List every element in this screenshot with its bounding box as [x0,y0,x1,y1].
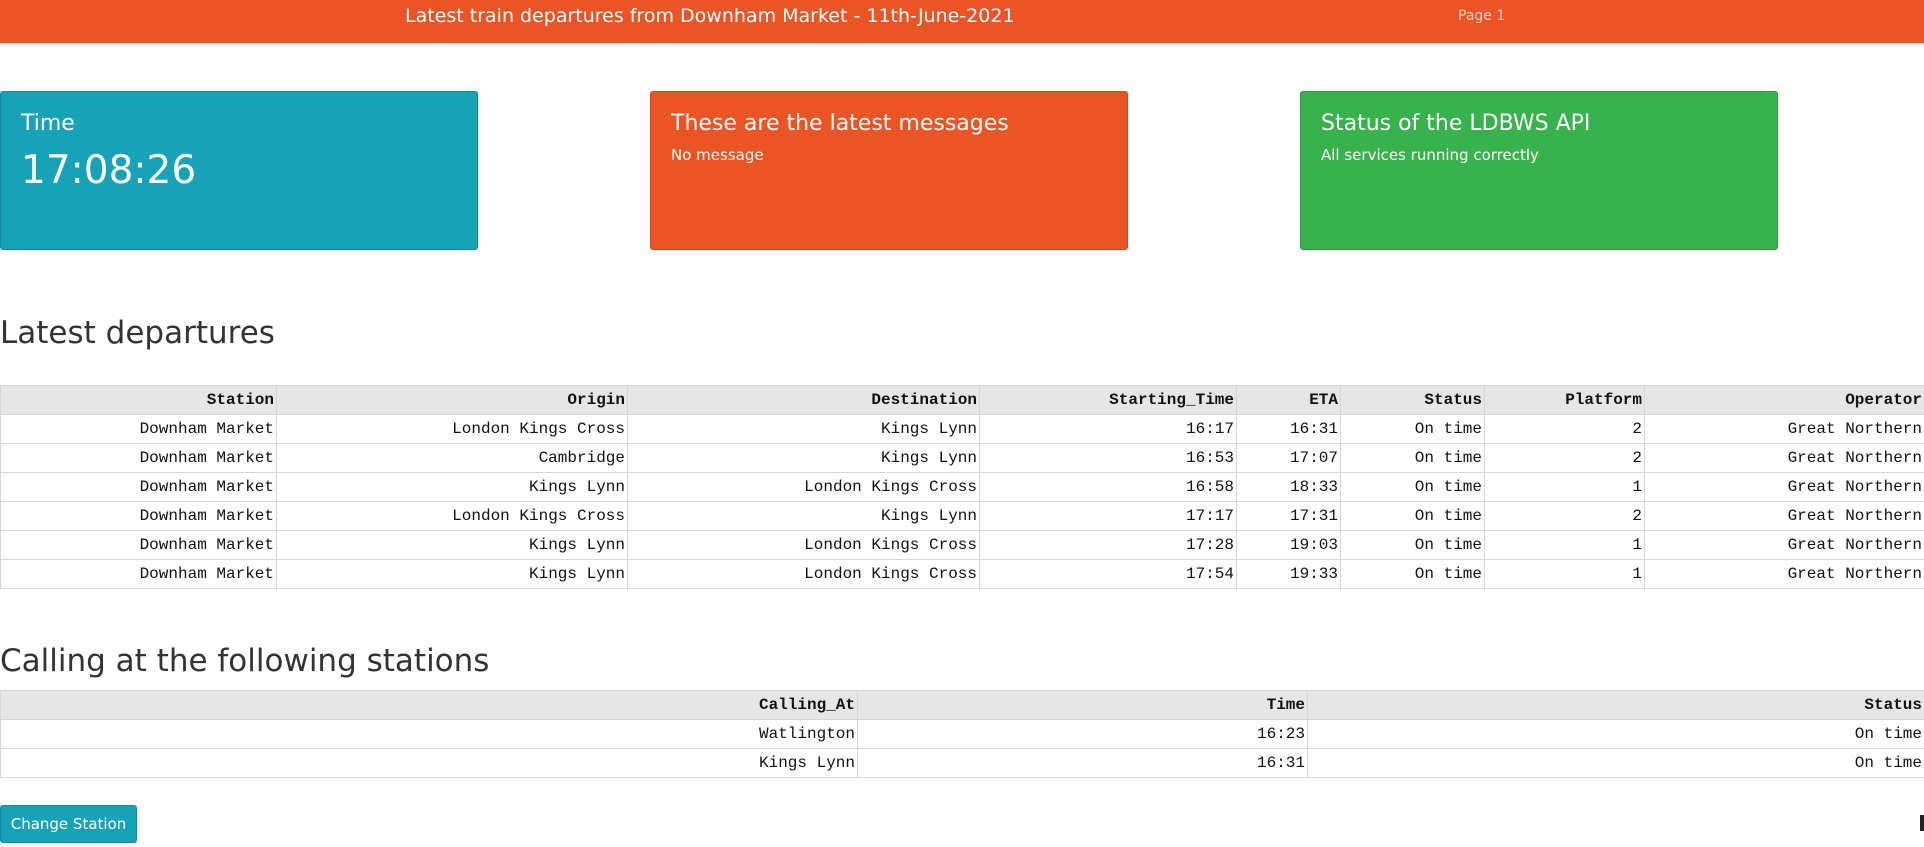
table-cell: On time [1340,559,1485,589]
page-indicator: Page 1 [1458,8,1506,24]
table-cell: 1 [1484,559,1645,589]
table-cell: 16:53 [979,443,1237,473]
table-row: Downham Market London Kings Cross Kings … [0,414,1924,444]
table-cell: Kings Lynn [627,443,980,473]
table-cell: Great Northern [1644,530,1924,560]
table-cell: Cambridge [276,443,628,473]
table-cell: 17:17 [979,501,1237,531]
column-header: Platform [1484,385,1645,415]
table-cell: Downham Market [0,414,277,444]
calling-points-table: Calling_At Time Status Watlington 16:23 … [0,690,1924,778]
column-header: Station [0,385,277,415]
table-cell: Kings Lynn [627,414,980,444]
table-header-row: Station Origin Destination Starting_Time… [0,385,1924,415]
table-cell: Downham Market [0,530,277,560]
calling-heading: Calling at the following stations [0,643,490,679]
table-cell: 16:58 [979,472,1237,502]
table-cell: 17:07 [1236,443,1341,473]
column-header: Status [1340,385,1485,415]
messages-card: These are the latest messages No message [650,91,1128,250]
table-cell: Kings Lynn [627,501,980,531]
table-cell: Kings Lynn [276,472,628,502]
table-cell: Great Northern [1644,443,1924,473]
table-cell: 16:31 [1236,414,1341,444]
change-station-button[interactable]: Change Station [0,805,137,843]
table-cell: Great Northern [1644,559,1924,589]
table-row: Downham Market Kings Lynn London Kings C… [0,530,1924,560]
table-cell: 2 [1484,414,1645,444]
scrollbar-thumb[interactable] [1920,815,1924,831]
table-cell: 16:23 [857,719,1308,749]
table-cell: 16:17 [979,414,1237,444]
table-row: Downham Market London Kings Cross Kings … [0,501,1924,531]
column-header: Calling_At [0,690,858,720]
table-row: Kings Lynn 16:31 On time [0,748,1924,778]
table-cell: On time [1340,501,1485,531]
table-cell: On time [1340,443,1485,473]
table-cell: Great Northern [1644,501,1924,531]
table-cell: 1 [1484,530,1645,560]
table-cell: 17:28 [979,530,1237,560]
table-cell: 17:31 [1236,501,1341,531]
header-bar: Latest train departures from Downham Mar… [0,0,1924,43]
table-cell: 16:31 [857,748,1308,778]
time-card-title: Time [21,111,75,136]
departures-table: Station Origin Destination Starting_Time… [0,385,1924,589]
column-header: ETA [1236,385,1341,415]
api-status-card: Status of the LDBWS API All services run… [1300,91,1778,250]
table-row: Downham Market Cambridge Kings Lynn 16:5… [0,443,1924,473]
table-cell: Downham Market [0,472,277,502]
table-cell: 2 [1484,501,1645,531]
column-header: Operator [1644,385,1924,415]
table-cell: Downham Market [0,443,277,473]
column-header: Time [857,690,1308,720]
table-cell: Kings Lynn [0,748,858,778]
table-cell: 2 [1484,443,1645,473]
table-cell: 19:03 [1236,530,1341,560]
table-cell: Great Northern [1644,472,1924,502]
current-time: 17:08:26 [21,148,197,193]
table-cell: Great Northern [1644,414,1924,444]
table-header-row: Calling_At Time Status [0,690,1924,720]
table-cell: On time [1307,719,1924,749]
table-cell: Downham Market [0,501,277,531]
table-cell: 19:33 [1236,559,1341,589]
time-card: Time 17:08:26 [0,91,478,250]
column-header: Destination [627,385,980,415]
table-cell: 18:33 [1236,472,1341,502]
table-cell: Watlington [0,719,858,749]
page-title: Latest train departures from Downham Mar… [405,5,1015,27]
table-cell: On time [1307,748,1924,778]
column-header: Starting_Time [979,385,1237,415]
table-cell: Downham Market [0,559,277,589]
messages-card-title: These are the latest messages [671,111,1009,136]
table-cell: On time [1340,530,1485,560]
table-cell: 17:54 [979,559,1237,589]
table-cell: Kings Lynn [276,530,628,560]
table-row: Watlington 16:23 On time [0,719,1924,749]
messages-text: No message [671,146,764,164]
table-cell: On time [1340,472,1485,502]
api-status-text: All services running correctly [1321,146,1539,164]
table-row: Downham Market Kings Lynn London Kings C… [0,472,1924,502]
table-cell: London Kings Cross [276,414,628,444]
table-cell: On time [1340,414,1485,444]
table-cell: 1 [1484,472,1645,502]
table-cell: London Kings Cross [627,530,980,560]
column-header: Origin [276,385,628,415]
table-row: Downham Market Kings Lynn London Kings C… [0,559,1924,589]
departures-heading: Latest departures [0,315,275,351]
table-cell: London Kings Cross [627,559,980,589]
table-cell: London Kings Cross [627,472,980,502]
table-cell: Kings Lynn [276,559,628,589]
table-cell: London Kings Cross [276,501,628,531]
column-header: Status [1307,690,1924,720]
api-status-title: Status of the LDBWS API [1321,111,1591,136]
